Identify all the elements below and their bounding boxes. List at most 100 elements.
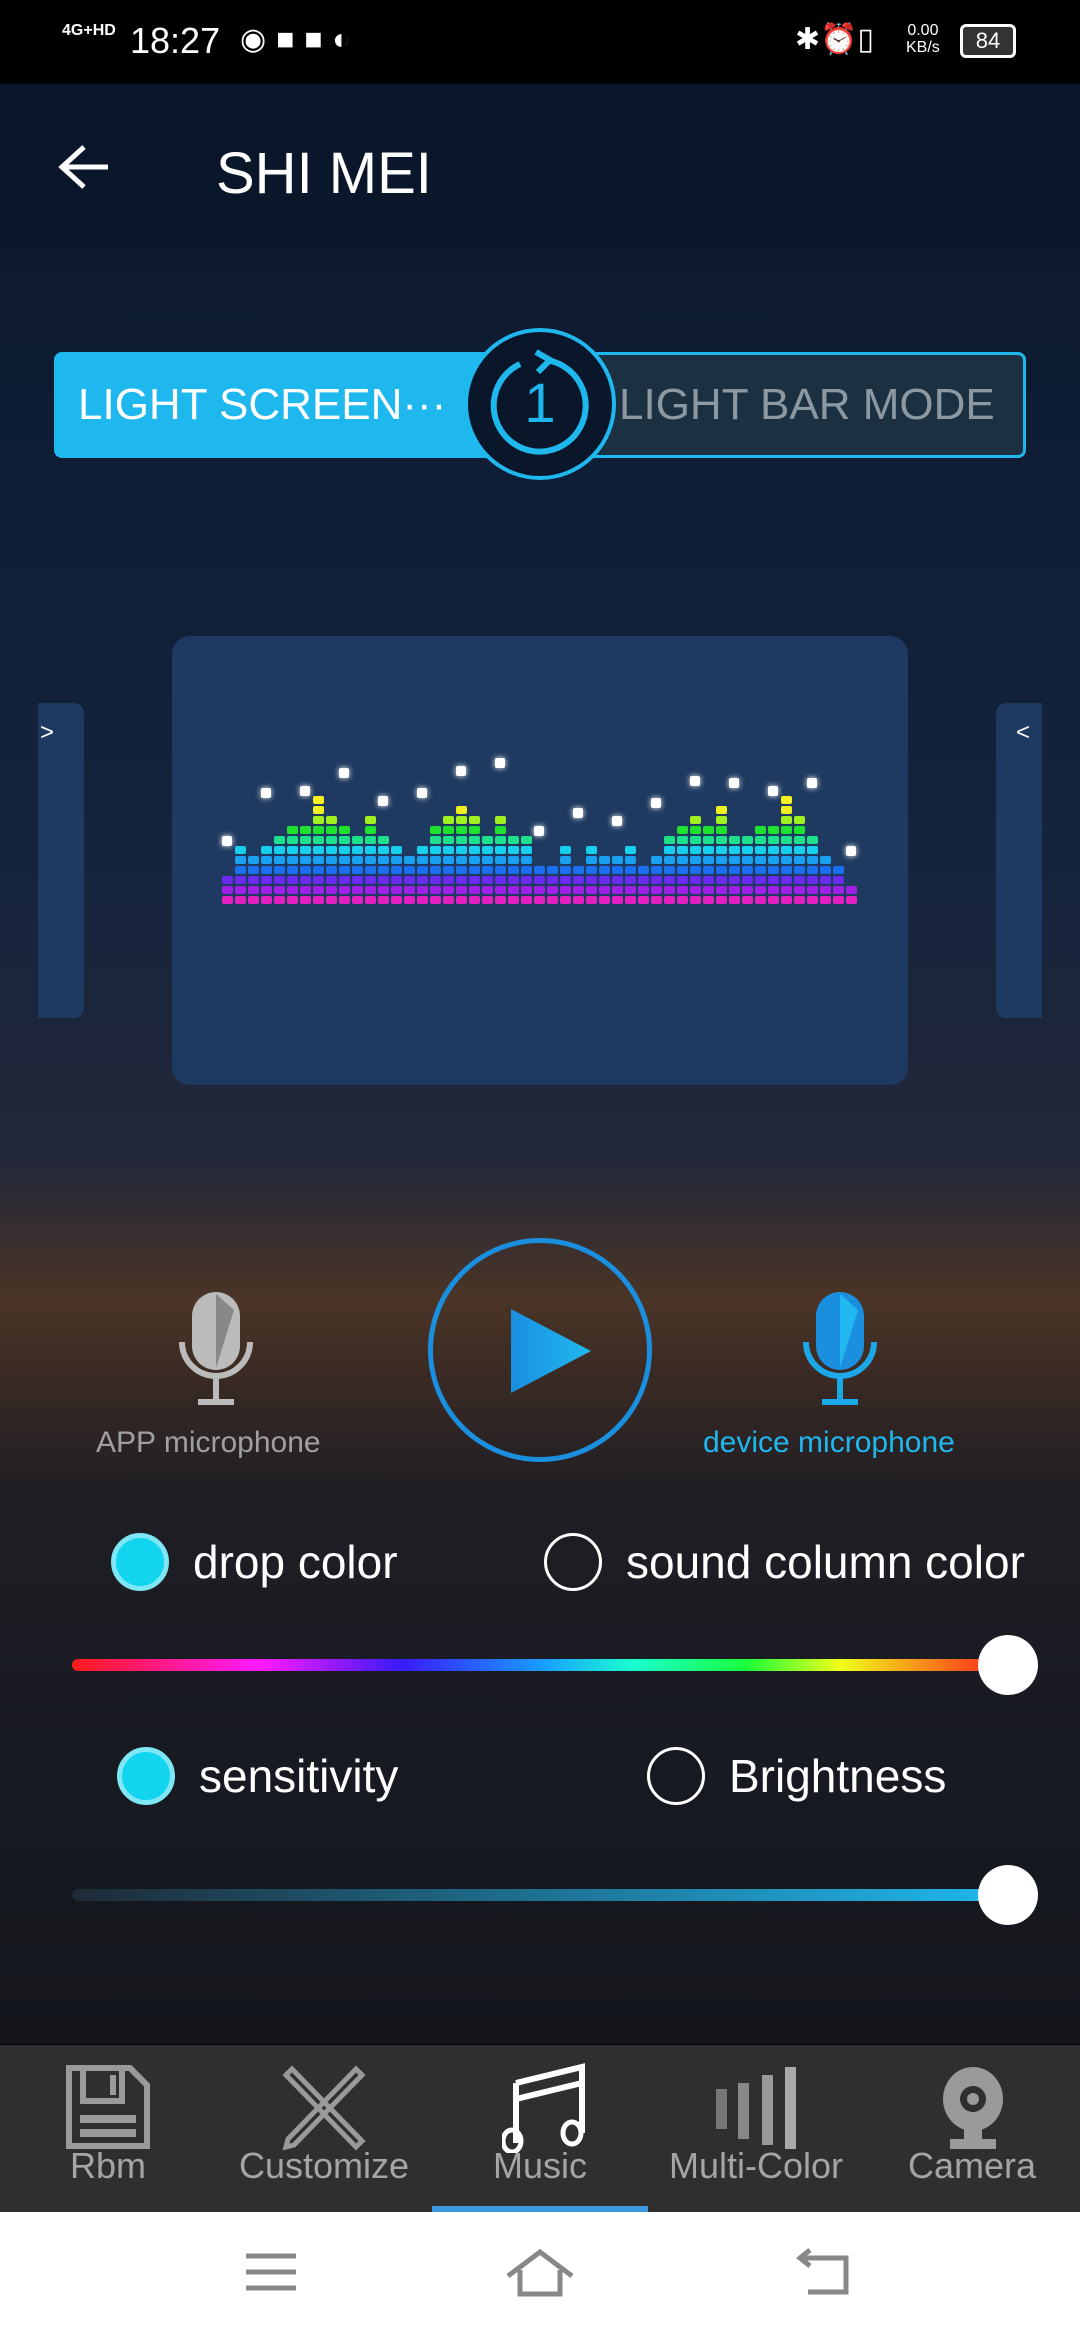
nav-customize[interactable]: Customize: [216, 2045, 432, 2212]
eq-cell: [612, 876, 623, 884]
eq-cell: [833, 876, 844, 884]
eq-cell: [833, 866, 844, 874]
tab-label: LIGHT SCREEN···: [78, 380, 447, 429]
back-icon[interactable]: [796, 2248, 852, 2296]
eq-peak-dot: [417, 788, 427, 798]
eq-peak-dot: [768, 786, 778, 796]
eq-cell: [664, 876, 675, 884]
clock: 18:27: [130, 20, 221, 61]
eq-cell: [456, 846, 467, 854]
radio-selected[interactable]: [111, 1533, 169, 1591]
back-arrow-icon[interactable]: [58, 144, 110, 190]
light-screen-mode-tab[interactable]: LIGHT SCREEN···: [54, 352, 494, 458]
eq-peak-dot: [300, 786, 310, 796]
device-microphone-icon[interactable]: [800, 1290, 880, 1410]
eq-cell: [729, 846, 740, 854]
sound-column-color-radio[interactable]: sound column color: [544, 1533, 1025, 1591]
eq-cell: [443, 896, 454, 904]
eq-cell: [599, 866, 610, 874]
eq-cell: [807, 836, 818, 844]
eq-cell: [274, 846, 285, 854]
eq-cell: [820, 876, 831, 884]
eq-cell: [326, 846, 337, 854]
radio-label: drop color: [193, 1536, 398, 1588]
eq-cell: [469, 826, 480, 834]
radio-unselected[interactable]: [544, 1533, 602, 1591]
eq-cell: [287, 846, 298, 854]
mode-switch-button[interactable]: 1: [464, 328, 616, 480]
eq-cell: [560, 866, 571, 874]
eq-cell: [469, 866, 480, 874]
eq-cell: [469, 856, 480, 864]
nav-rbm[interactable]: Rbm: [0, 2045, 216, 2212]
eq-cell: [638, 896, 649, 904]
eq-cell: [677, 876, 688, 884]
level-slider[interactable]: [72, 1889, 1008, 1901]
eq-cell: [794, 836, 805, 844]
eq-cell: [482, 856, 493, 864]
previous-pattern-card[interactable]: >: [38, 703, 84, 1018]
eq-cell: [495, 896, 506, 904]
eq-cell: [820, 866, 831, 874]
color-slider-thumb[interactable]: [978, 1635, 1038, 1695]
eq-cell: [690, 876, 701, 884]
eq-cell: [391, 876, 402, 884]
level-slider-thumb[interactable]: [978, 1865, 1038, 1925]
eq-cell: [443, 876, 454, 884]
light-bar-mode-tab[interactable]: LIGHT BAR MODE: [580, 352, 1026, 458]
eq-cell: [638, 866, 649, 874]
color-slider[interactable]: [72, 1659, 1008, 1671]
home-icon[interactable]: [504, 2248, 576, 2298]
radio-unselected[interactable]: [647, 1747, 705, 1805]
eq-cell: [677, 866, 688, 874]
drop-color-radio[interactable]: drop color: [111, 1533, 398, 1591]
eq-cell: [365, 866, 376, 874]
nav-label: Camera: [907, 2145, 1037, 2186]
eq-cell: [482, 836, 493, 844]
radio-selected[interactable]: [117, 1747, 175, 1805]
play-button[interactable]: [428, 1238, 652, 1462]
eq-cell: [690, 886, 701, 894]
eq-cell: [521, 846, 532, 854]
eq-cell: [677, 826, 688, 834]
eq-cell: [781, 896, 792, 904]
next-pattern-card[interactable]: <: [996, 703, 1042, 1018]
eq-cell: [443, 856, 454, 864]
eq-cell: [638, 886, 649, 894]
sensitivity-radio[interactable]: sensitivity: [117, 1747, 398, 1805]
eq-cell: [300, 846, 311, 854]
eq-cell: [755, 896, 766, 904]
eq-cell: [742, 876, 753, 884]
eq-cell: [690, 896, 701, 904]
app-microphone-label[interactable]: APP microphone: [96, 1426, 321, 1460]
eq-cell: [378, 866, 389, 874]
eq-cell: [794, 886, 805, 894]
eq-peak-dot: [690, 776, 700, 786]
eq-cell: [495, 866, 506, 874]
eq-cell: [404, 866, 415, 874]
eq-cell: [781, 876, 792, 884]
eq-cell: [664, 896, 675, 904]
eq-cell: [846, 886, 857, 894]
eq-cell: [430, 876, 441, 884]
app-microphone-icon[interactable]: [176, 1290, 256, 1410]
menu-icon[interactable]: [246, 2252, 296, 2292]
eq-cell: [443, 836, 454, 844]
eq-cell: [755, 836, 766, 844]
eq-cell: [521, 876, 532, 884]
eq-cell: [534, 876, 545, 884]
eq-cell: [313, 886, 324, 894]
eq-cell: [508, 896, 519, 904]
nav-camera[interactable]: Camera: [864, 2045, 1080, 2212]
eq-cell: [716, 846, 727, 854]
brightness-radio[interactable]: Brightness: [647, 1747, 946, 1805]
nav-music[interactable]: Music: [432, 2045, 648, 2212]
nav-multi-color[interactable]: Multi-Color: [648, 2045, 864, 2212]
eq-cell: [716, 826, 727, 834]
device-microphone-label[interactable]: device microphone: [703, 1426, 955, 1460]
pattern-preview-card[interactable]: [172, 636, 908, 1085]
eq-cell: [703, 846, 714, 854]
eq-cell: [703, 876, 714, 884]
eq-cell: [482, 896, 493, 904]
eq-cell: [573, 866, 584, 874]
